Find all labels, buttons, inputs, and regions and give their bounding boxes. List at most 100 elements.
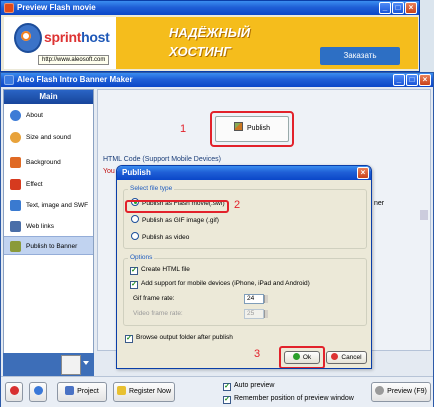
main-maximize-button[interactable]: □ [406, 74, 418, 86]
dialog-title: Publish [122, 168, 151, 177]
sidebar-item-effect[interactable]: Effect [4, 175, 93, 194]
warning-text: You [103, 168, 115, 175]
text-image-icon [10, 200, 21, 211]
sidebar-item-label: Background [26, 159, 61, 166]
checkbox-checked-icon: ✓ [130, 267, 138, 275]
radio-gif[interactable]: Publish as GIF image (.gif) [131, 215, 219, 224]
main-title-bar[interactable]: Aleo Flash Intro Banner Maker _ □ × [1, 73, 433, 87]
brush-icon[interactable] [61, 355, 81, 375]
highlight-ok-button [279, 346, 325, 368]
browse-output-checkbox[interactable]: ✓ Browse output folder after publish [125, 334, 233, 343]
mascot-icon [14, 23, 42, 53]
create-html-label: Create HTML file [141, 266, 190, 273]
step-1-annotation: 1 [180, 123, 187, 135]
sidebar-item-label: Publish to Banner [26, 243, 78, 250]
file-type-group-label: Select file type [128, 185, 175, 192]
sidebar-header: Main [4, 90, 93, 104]
sidebar-item-label: Web links [26, 223, 55, 230]
project-button-label: Project [77, 388, 99, 395]
file-type-group: Select file type Publish as Flash movie(… [123, 185, 367, 249]
preview-flash-window: Preview Flash movie _ □ × sprinthost htt… [0, 0, 420, 72]
register-now-button[interactable]: Register Now [113, 382, 175, 402]
dialog-close-button[interactable]: × [357, 167, 369, 179]
aleo-app-icon [4, 75, 14, 85]
ad-url[interactable]: http://www.aleosoft.com [38, 55, 110, 65]
preview-button-label: Preview (F9) [387, 388, 427, 395]
background-icon [10, 157, 21, 168]
mobile-support-checkbox[interactable]: ✓ Add support for mobile devices (iPhone,… [130, 280, 310, 289]
close-button[interactable]: × [405, 2, 417, 14]
preview-title-bar[interactable]: Preview Flash movie _ □ × [1, 1, 419, 15]
partial-label: ner [374, 200, 385, 207]
main-title: Aleo Flash Intro Banner Maker [17, 75, 133, 84]
video-frame-rate-label: Video frame rate: [133, 310, 183, 317]
step-3-annotation: 3 [254, 348, 261, 360]
radio-empty-icon [131, 232, 139, 240]
remember-position-label: Remember position of preview window [234, 395, 354, 402]
ad-banner[interactable]: sprinthost http://www.aleosoft.com НАДЁЖ… [4, 17, 418, 69]
step-2-annotation: 2 [234, 199, 241, 211]
dialog-title-bar[interactable]: Publish × [117, 166, 371, 180]
help-button[interactable] [29, 382, 47, 402]
radio-empty-icon [131, 215, 139, 223]
create-html-checkbox[interactable]: ✓ Create HTML file [130, 266, 190, 275]
auto-preview-label: Auto preview [234, 382, 275, 389]
remember-position-checkbox[interactable]: ✓ Remember position of preview window [223, 395, 354, 404]
publish-icon [10, 241, 21, 252]
desktop-background [420, 0, 434, 72]
exit-button[interactable] [5, 382, 23, 402]
cancel-button[interactable]: Cancel [326, 351, 367, 364]
gif-frame-rate-stepper[interactable]: 24 [244, 294, 268, 304]
radio-video[interactable]: Publish as video [131, 232, 189, 241]
exit-icon [9, 386, 19, 395]
options-group: Options ✓ Create HTML file ✓ Add support f… [123, 254, 367, 326]
sidebar-item-about[interactable]: About [4, 106, 93, 125]
sidebar-item-background[interactable]: Background [4, 153, 93, 172]
ad-logo-panel: sprinthost http://www.aleosoft.com [4, 17, 116, 69]
size-sound-icon [10, 132, 21, 143]
video-frame-rate-stepper[interactable]: 25 [244, 309, 268, 319]
options-group-label: Options [128, 254, 155, 261]
minimize-button[interactable]: _ [379, 2, 391, 14]
web-links-icon [10, 221, 21, 232]
auto-preview-checkbox[interactable]: ✓ Auto preview [223, 382, 274, 391]
main-minimize-button[interactable]: _ [393, 74, 405, 86]
info-icon [10, 110, 21, 121]
ad-brand-logo: sprinthost [44, 29, 110, 45]
preview-button[interactable]: Preview (F9) [371, 382, 431, 402]
sidebar-item-label: Text, image and SWF [26, 202, 89, 209]
bottom-toolbar: Project Register Now ✓ Auto preview ✓ Reme… [1, 376, 433, 407]
help-icon [33, 386, 43, 395]
ad-headline-line1: НАДЁЖНЫЙ [169, 25, 251, 40]
checkbox-checked-icon: ✓ [125, 335, 133, 343]
sidebar-item-text-image-swf[interactable]: Text, image and SWF [4, 196, 93, 215]
highlight-publish-button [210, 111, 294, 147]
sidebar-tool-strip [3, 353, 94, 377]
preview-title: Preview Flash movie [17, 3, 96, 12]
mobile-support-label: Add support for mobile devices (iPhone, … [141, 280, 310, 287]
save-icon [65, 386, 75, 395]
cancel-icon [331, 353, 339, 360]
radio-video-label: Publish as video [142, 234, 190, 241]
checkbox-checked-icon: ✓ [223, 383, 231, 391]
maximize-button[interactable]: □ [392, 2, 404, 14]
checkbox-checked-icon: ✓ [223, 396, 231, 404]
project-button[interactable]: Project [57, 382, 107, 402]
publish-dialog: Publish × Select file type Publish as Fl… [116, 165, 372, 369]
cancel-button-label: Cancel [341, 354, 362, 361]
sidebar-item-size-sound[interactable]: Size and sound [4, 128, 93, 147]
highlight-swf-option [125, 200, 229, 213]
scrollbar[interactable] [420, 210, 428, 220]
sidebar-item-label: Size and sound [26, 134, 71, 141]
chevron-down-icon[interactable] [83, 361, 89, 365]
magnifier-icon [375, 386, 385, 395]
main-close-button[interactable]: × [419, 74, 431, 86]
register-button-label: Register Now [128, 388, 171, 395]
key-icon [116, 386, 126, 395]
sidebar-item-label: About [26, 112, 43, 119]
brand-part-host: host [81, 29, 110, 45]
sidebar-item-web-links[interactable]: Web links [4, 217, 93, 236]
ad-order-button[interactable]: Заказать [320, 47, 400, 65]
sidebar-item-publish-to-banner[interactable]: Publish to Banner [4, 236, 93, 255]
effect-icon [10, 179, 21, 190]
